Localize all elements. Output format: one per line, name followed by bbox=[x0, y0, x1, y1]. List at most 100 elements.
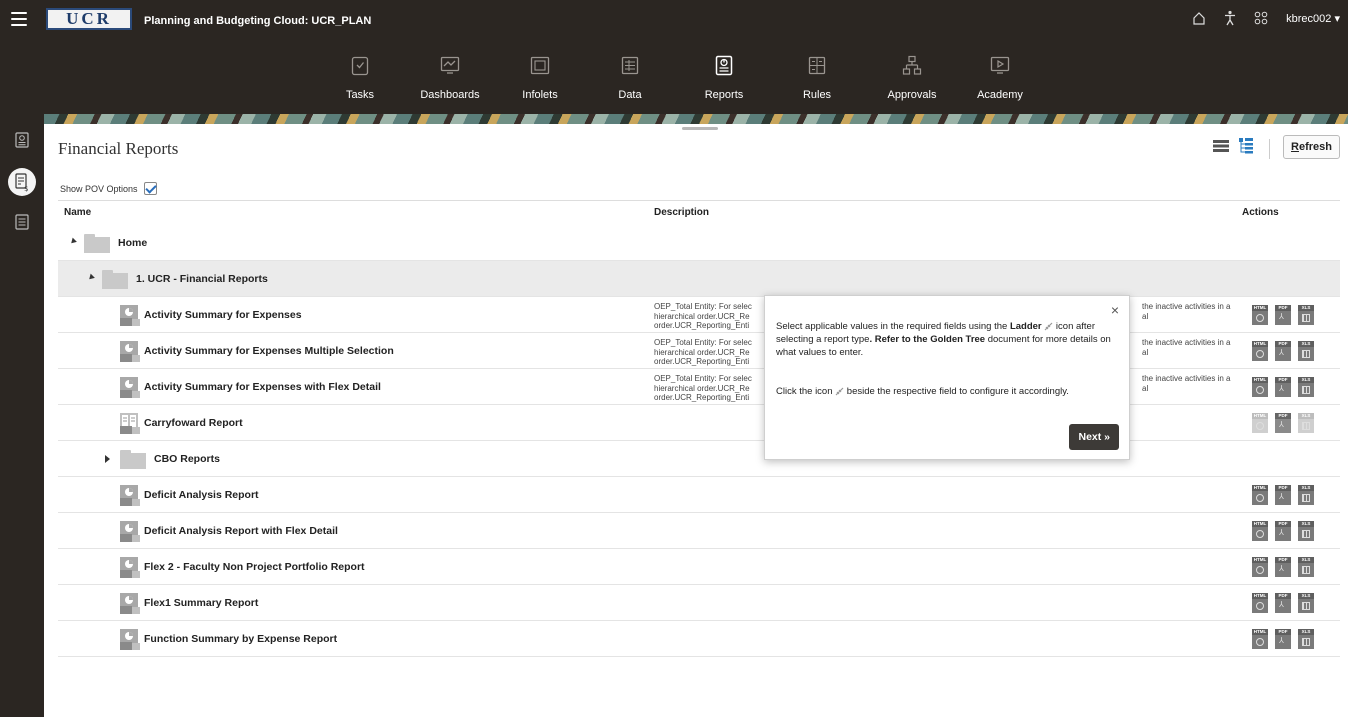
table-row[interactable]: Activity Summary for Expenses with Flex … bbox=[58, 369, 1340, 405]
table-row[interactable]: Deficit Analysis Report with Flex Detail… bbox=[58, 513, 1340, 549]
row-name[interactable]: Carryfoward Report bbox=[144, 417, 243, 429]
html-export-icon[interactable]: HTML bbox=[1252, 557, 1268, 577]
nav-label: Dashboards bbox=[420, 89, 480, 101]
row-actions: HTML PDF ⅄ XLS bbox=[1252, 341, 1314, 361]
nav-data[interactable]: Data bbox=[590, 54, 670, 101]
nav-dashboards[interactable]: Dashboards bbox=[410, 54, 490, 101]
nav-infolets[interactable]: Infolets bbox=[500, 54, 580, 101]
table-row[interactable]: Activity Summary for Expenses Multiple S… bbox=[58, 333, 1340, 369]
panel-resize-handle[interactable] bbox=[682, 127, 718, 130]
nav-label: Tasks bbox=[345, 89, 375, 101]
row-name[interactable]: Home bbox=[118, 237, 147, 249]
row-name[interactable]: Activity Summary for Expenses Multiple S… bbox=[144, 345, 394, 357]
row-actions: HTML PDF ⅄ XLS bbox=[1252, 485, 1314, 505]
nav-label: Rules bbox=[802, 89, 832, 101]
list-view-icon[interactable] bbox=[1213, 139, 1229, 158]
user-menu[interactable]: kbrec002 ▾ bbox=[1286, 12, 1340, 25]
column-header-name[interactable]: Name bbox=[64, 207, 91, 218]
nav-tasks[interactable]: Tasks bbox=[320, 54, 400, 101]
show-pov-checkbox[interactable] bbox=[143, 182, 157, 195]
pdf-export-icon[interactable]: PDF ⅄ bbox=[1275, 629, 1291, 649]
accessibility-icon[interactable] bbox=[1224, 10, 1236, 26]
reports-icon bbox=[714, 54, 734, 76]
pdf-export-icon[interactable]: PDF ⅄ bbox=[1275, 485, 1291, 505]
nav-academy[interactable]: Academy bbox=[960, 54, 1040, 101]
table-row[interactable]: 1. UCR - Financial Reports bbox=[58, 261, 1340, 297]
approvals-icon bbox=[902, 54, 922, 76]
table-row[interactable]: CBO Reports bbox=[58, 441, 1340, 477]
tree-view-icon[interactable] bbox=[1239, 138, 1253, 159]
row-actions: HTML PDF ⅄ XLS bbox=[1252, 377, 1314, 397]
row-name[interactable]: Flex1 Summary Report bbox=[144, 597, 258, 609]
dashboard-icon bbox=[440, 54, 460, 76]
report-icon bbox=[120, 521, 140, 542]
rail-document-icon[interactable] bbox=[11, 214, 33, 236]
ucr-logo[interactable]: UCR bbox=[46, 8, 132, 30]
column-header-description[interactable]: Description bbox=[654, 207, 709, 218]
reports-table: Home 1. UCR - Financial Reports Activity… bbox=[58, 225, 1340, 657]
pdf-export-icon[interactable]: PDF ⅄ bbox=[1275, 413, 1291, 433]
pdf-export-icon[interactable]: PDF ⅄ bbox=[1275, 593, 1291, 613]
collapse-icon[interactable] bbox=[69, 237, 77, 246]
row-name[interactable]: 1. UCR - Financial Reports bbox=[136, 273, 268, 285]
report-icon bbox=[120, 557, 140, 578]
xls-export-icon[interactable]: XLS bbox=[1298, 593, 1314, 613]
refresh-button[interactable]: Refresh bbox=[1283, 135, 1340, 159]
top-bar: UCR Planning and Budgeting Cloud: UCR_PL… bbox=[0, 0, 1348, 44]
nav-approvals[interactable]: Approvals bbox=[872, 54, 952, 101]
rail-reports-icon[interactable] bbox=[11, 132, 33, 154]
table-row[interactable]: Deficit Analysis Report HTML PDF ⅄ XLS bbox=[58, 477, 1340, 513]
pdf-export-icon[interactable]: PDF ⅄ bbox=[1275, 521, 1291, 541]
menu-icon[interactable] bbox=[11, 12, 27, 26]
html-export-icon[interactable]: HTML bbox=[1252, 593, 1268, 613]
row-name[interactable]: CBO Reports bbox=[154, 453, 220, 465]
column-header-actions: Actions bbox=[1242, 207, 1279, 218]
html-export-icon[interactable]: HTML bbox=[1252, 521, 1268, 541]
close-icon[interactable]: × bbox=[1111, 302, 1119, 318]
navigator-icon[interactable] bbox=[1254, 11, 1268, 25]
table-row[interactable]: Activity Summary for Expenses OEP_Total … bbox=[58, 297, 1340, 333]
row-name[interactable]: Activity Summary for Expenses with Flex … bbox=[144, 381, 381, 393]
report-alt-icon bbox=[120, 413, 140, 434]
xls-export-icon[interactable]: XLS bbox=[1298, 521, 1314, 541]
nav-rules[interactable]: Rules bbox=[777, 54, 857, 101]
xls-export-icon[interactable]: XLS bbox=[1298, 305, 1314, 325]
folder-icon bbox=[84, 234, 110, 253]
html-export-icon[interactable]: HTML bbox=[1252, 629, 1268, 649]
html-export-icon[interactable]: HTML bbox=[1252, 305, 1268, 325]
nav-label: Academy bbox=[977, 89, 1023, 101]
pdf-export-icon[interactable]: PDF ⅄ bbox=[1275, 377, 1291, 397]
row-name[interactable]: Flex 2 - Faculty Non Project Portfolio R… bbox=[144, 561, 365, 573]
popup-hint: Click the icon beside the respective fie… bbox=[776, 386, 1069, 397]
data-grid-icon bbox=[620, 54, 640, 76]
nav-label: Data bbox=[618, 89, 642, 101]
table-row[interactable]: Home bbox=[58, 225, 1340, 261]
html-export-icon[interactable]: HTML bbox=[1252, 341, 1268, 361]
collapse-icon[interactable] bbox=[87, 273, 95, 282]
xls-export-icon[interactable]: XLS bbox=[1298, 341, 1314, 361]
home-icon[interactable] bbox=[1192, 11, 1206, 25]
table-row[interactable]: Flex1 Summary Report HTML PDF ⅄ XLS bbox=[58, 585, 1340, 621]
expand-icon[interactable] bbox=[105, 455, 110, 463]
row-name[interactable]: Function Summary by Expense Report bbox=[144, 633, 337, 645]
xls-export-icon[interactable]: XLS bbox=[1298, 629, 1314, 649]
html-export-icon[interactable]: HTML bbox=[1252, 485, 1268, 505]
next-button[interactable]: Next » bbox=[1069, 424, 1119, 450]
nav-reports[interactable]: Reports bbox=[684, 54, 764, 101]
rail-financial-reports-icon[interactable]: $ bbox=[8, 168, 36, 196]
infolets-icon bbox=[530, 54, 550, 76]
table-row[interactable]: Function Summary by Expense Report HTML … bbox=[58, 621, 1340, 657]
row-name[interactable]: Activity Summary for Expenses bbox=[144, 309, 302, 321]
table-row[interactable]: Carryfoward Report HTML PDF ⅄ XLS bbox=[58, 405, 1340, 441]
row-actions: HTML PDF ⅄ XLS bbox=[1252, 305, 1314, 325]
row-name[interactable]: Deficit Analysis Report bbox=[144, 489, 259, 501]
row-name[interactable]: Deficit Analysis Report with Flex Detail bbox=[144, 525, 338, 537]
pdf-export-icon[interactable]: PDF ⅄ bbox=[1275, 341, 1291, 361]
html-export-icon[interactable]: HTML bbox=[1252, 377, 1268, 397]
xls-export-icon[interactable]: XLS bbox=[1298, 377, 1314, 397]
table-row[interactable]: Flex 2 - Faculty Non Project Portfolio R… bbox=[58, 549, 1340, 585]
pdf-export-icon[interactable]: PDF ⅄ bbox=[1275, 557, 1291, 577]
xls-export-icon[interactable]: XLS bbox=[1298, 485, 1314, 505]
pdf-export-icon[interactable]: PDF ⅄ bbox=[1275, 305, 1291, 325]
xls-export-icon[interactable]: XLS bbox=[1298, 557, 1314, 577]
